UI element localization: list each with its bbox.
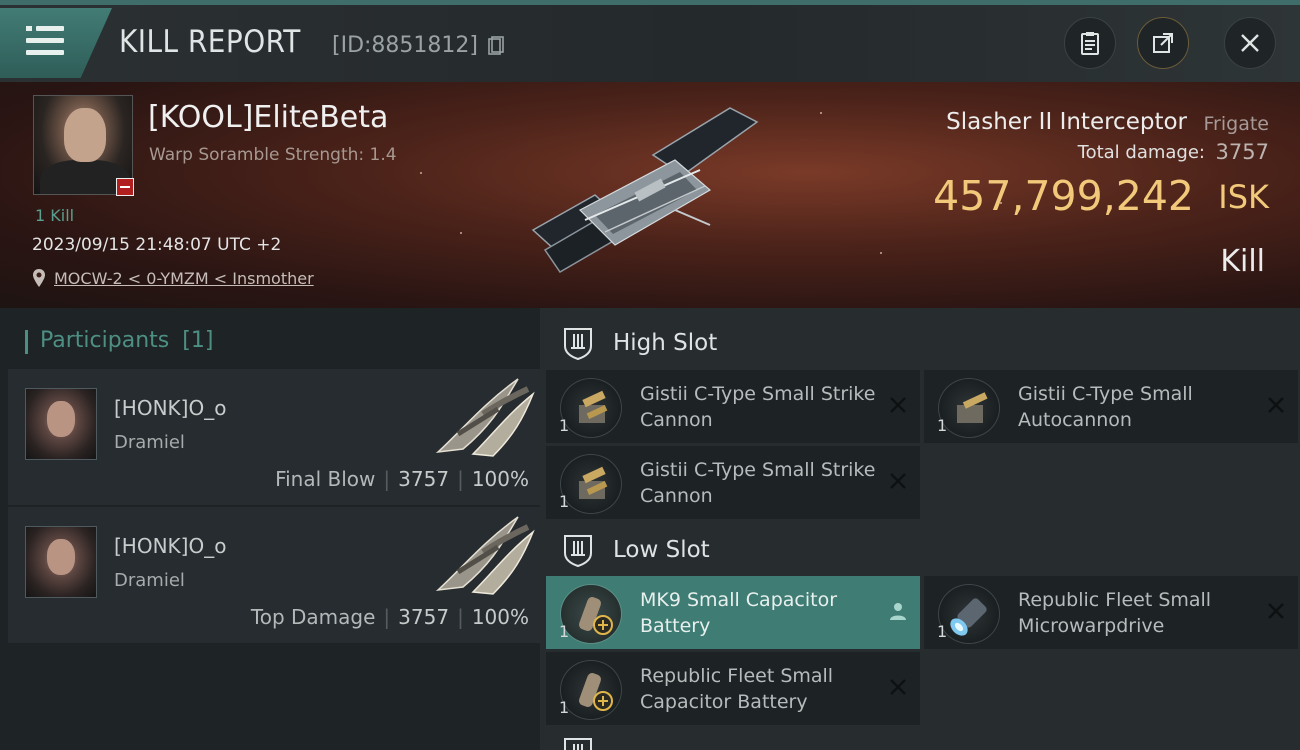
destroyed-x-icon [890, 473, 906, 489]
fitting-panel: High Slot 1 Gistii C-Type Small Strike C… [540, 308, 1300, 750]
low-slot-icon [564, 535, 592, 567]
mid-slot-icon [564, 738, 592, 750]
module-item[interactable]: 1 Gistii C-Type Small Autocannon [924, 370, 1298, 443]
module-item[interactable]: 1 Republic Fleet Small Capacitor Battery [546, 652, 920, 725]
dropped-person-icon [890, 603, 906, 620]
module-item[interactable]: 1 Gistii C-Type Small Strike Cannon [546, 446, 920, 519]
victim-summary: [KOOL]EliteBeta Warp Soramble Strength: … [0, 82, 1300, 308]
star [420, 172, 422, 174]
module-item[interactable]: 1 Gistii C-Type Small Strike Cannon [546, 370, 920, 443]
participant-damage: 3757 [398, 605, 450, 629]
module-quantity: 1 [937, 416, 948, 435]
share-button[interactable] [1137, 17, 1189, 69]
participants-count: [1] [182, 328, 214, 353]
hamburger-menu-icon[interactable] [26, 26, 64, 56]
participant-role: Final Blow [275, 467, 376, 491]
participant-ship: Dramiel [114, 570, 185, 591]
ship-render-icon [531, 107, 759, 273]
star [820, 112, 822, 114]
participants-label: Participants [40, 328, 170, 353]
page-title: KILL REPORT [119, 24, 301, 60]
module-name: Gistii C-Type Small Strike Cannon [640, 459, 876, 507]
participant-avatar[interactable] [25, 388, 97, 460]
module-item[interactable]: 1 Republic Fleet Small Microwarpdrive [924, 576, 1298, 649]
participant-percent: 100% [471, 467, 529, 491]
module-item[interactable]: 1 MK9 Small Capacitor Battery [546, 576, 920, 649]
destroyed-x-icon [1268, 397, 1284, 413]
copy-icon[interactable] [488, 36, 504, 56]
ship-class: Frigate [1203, 113, 1269, 135]
capacitor-battery-icon [560, 660, 622, 720]
share-icon [1153, 33, 1173, 53]
autocannon-module-icon [938, 378, 1000, 438]
total-damage-value: 3757 [1215, 140, 1269, 164]
corp-badge-icon [116, 178, 134, 196]
ship-name[interactable]: Slasher II Interceptor [946, 109, 1187, 135]
participant-row[interactable]: [HONK]O_o Dramiel Top Damage | 3757 | 100% [8, 507, 540, 643]
clipboard-button[interactable] [1064, 17, 1116, 69]
participant-stats: Top Damage | 3757 | 100% [250, 605, 529, 629]
cannon-module-icon [560, 378, 622, 438]
warp-scramble-strength: Warp Soramble Strength: 1.4 [149, 145, 397, 165]
participant-name: [HONK]O_o [114, 534, 227, 558]
title-bar: KILL REPORT [ID:8851812] [0, 0, 1300, 82]
module-quantity: 1 [559, 416, 570, 435]
participant-avatar[interactable] [25, 526, 97, 598]
module-name: Republic Fleet Small Microwarpdrive [1018, 589, 1212, 637]
module-quantity: 1 [937, 622, 948, 641]
participants-header: Participants [1] [24, 328, 214, 354]
low-slot-label: Low Slot [613, 537, 710, 563]
kill-datetime: 2023/09/15 21:48:07 UTC +2 [32, 235, 282, 255]
microwarpdrive-icon [938, 584, 1000, 644]
module-quantity: 1 [559, 622, 570, 641]
destroyed-x-icon [890, 397, 906, 413]
module-quantity: 1 [559, 698, 570, 717]
destroyed-x-icon [1268, 603, 1284, 619]
close-button[interactable] [1224, 17, 1276, 69]
victim-name[interactable]: [KOOL]EliteBeta [148, 100, 388, 135]
star [880, 252, 882, 254]
capacitor-battery-icon [560, 584, 622, 644]
kill-count: 1 Kill [35, 206, 75, 225]
participant-ship-icon [435, 516, 535, 595]
title-bar-accent [0, 0, 1300, 5]
module-name: Republic Fleet Small Capacitor Battery [640, 665, 834, 713]
participant-name: [HONK]O_o [114, 396, 227, 420]
location-pin-icon [33, 269, 45, 287]
close-icon [1241, 34, 1259, 52]
participant-ship: Dramiel [114, 432, 185, 453]
star [460, 232, 462, 234]
participant-row[interactable]: [HONK]O_o Dramiel Final Blow | 3757 | 100% [8, 369, 540, 505]
location-link[interactable]: MOCW-2 < 0-YMZM < Insmother [54, 269, 314, 288]
isk-unit: ISK [1218, 178, 1269, 216]
participant-percent: 100% [471, 605, 529, 629]
participants-panel: Participants [1] [HONK]O_o Dramiel Final… [0, 308, 540, 750]
high-slot-icon [564, 328, 592, 360]
participant-ship-icon [435, 378, 535, 457]
destroyed-x-icon [890, 679, 906, 695]
high-slot-label: High Slot [613, 330, 718, 356]
module-name: MK9 Small Capacitor Battery [640, 589, 838, 637]
participant-damage: 3757 [398, 467, 450, 491]
high-slot-header: High Slot [540, 312, 1300, 372]
participant-stats: Final Blow | 3757 | 100% [275, 467, 529, 491]
module-quantity: 1 [559, 492, 570, 511]
report-id: [ID:8851812] [332, 33, 478, 58]
participant-role: Top Damage [250, 605, 376, 629]
module-name: Gistii C-Type Small Autocannon [1018, 383, 1193, 431]
low-slot-header: Low Slot [540, 519, 1300, 579]
total-damage-label: Total damage: [1077, 142, 1205, 163]
module-name: Gistii C-Type Small Strike Cannon [640, 383, 876, 431]
cannon-module-icon [560, 454, 622, 514]
isk-value: 457,799,242 [933, 172, 1194, 220]
result-label: Kill [1220, 244, 1265, 279]
clipboard-icon [1081, 32, 1099, 55]
